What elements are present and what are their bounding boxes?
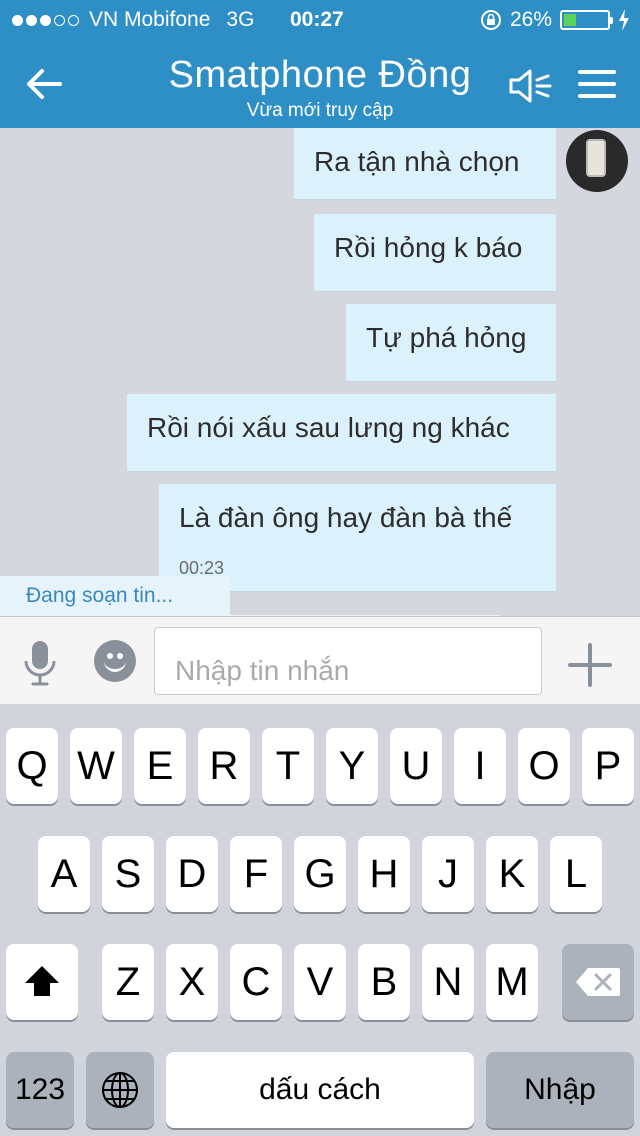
key-t[interactable]: T xyxy=(262,728,314,804)
message-bubble[interactable]: Rồi hỏng k báo xyxy=(314,214,556,292)
numbers-key[interactable]: 123 xyxy=(6,1052,74,1128)
key-d[interactable]: D xyxy=(166,836,218,912)
return-key[interactable]: Nhập xyxy=(486,1052,634,1128)
message-bubble[interactable]: Ra tận nhà chọn xyxy=(294,128,556,200)
key-e[interactable]: E xyxy=(134,728,186,804)
carrier-name: VN Mobifone xyxy=(89,8,211,31)
key-c[interactable]: C xyxy=(230,944,282,1020)
signal-strength-icon xyxy=(12,14,79,26)
charging-icon xyxy=(619,9,629,31)
key-m[interactable]: M xyxy=(486,944,538,1020)
key-g[interactable]: G xyxy=(294,836,346,912)
key-j[interactable]: J xyxy=(422,836,474,912)
network-type: 3G xyxy=(226,8,255,31)
message-bubble[interactable]: Rồi nói xấu sau lưng ng khác xyxy=(127,394,556,472)
message-text: Rồi nói xấu sau lưng ng khác xyxy=(147,412,510,443)
key-b[interactable]: B xyxy=(358,944,410,1020)
key-p[interactable]: P xyxy=(582,728,634,804)
key-f[interactable]: F xyxy=(230,836,282,912)
battery-percent: 26% xyxy=(509,8,552,31)
key-i[interactable]: I xyxy=(454,728,506,804)
message-bubble[interactable]: Tự phá hỏng xyxy=(346,304,556,382)
header: VN Mobifone 3G 00:27 26% Smatphone Đồng … xyxy=(0,0,640,128)
key-u[interactable]: U xyxy=(390,728,442,804)
plus-icon[interactable] xyxy=(568,643,612,687)
key-w[interactable]: W xyxy=(70,728,122,804)
battery-icon xyxy=(560,10,613,30)
backspace-key[interactable] xyxy=(562,944,634,1020)
nav-bar: Smatphone Đồng Vừa mới truy cập xyxy=(0,40,640,128)
typing-indicator: Đang soạn tin... xyxy=(0,576,230,616)
emoji-icon[interactable] xyxy=(94,640,136,682)
microphone-icon[interactable] xyxy=(22,639,58,687)
key-y[interactable]: Y xyxy=(326,728,378,804)
speaker-icon[interactable] xyxy=(508,66,554,106)
message-input[interactable] xyxy=(154,627,542,695)
shift-key[interactable] xyxy=(6,944,78,1020)
key-x[interactable]: X xyxy=(166,944,218,1020)
message-text: Tự phá hỏng xyxy=(366,322,527,353)
message-text: Rồi hỏng k báo xyxy=(334,232,523,263)
key-h[interactable]: H xyxy=(358,836,410,912)
message-list[interactable]: Ra tận nhà chọn Rồi hỏng k báo Tự phá hỏ… xyxy=(0,128,640,616)
key-z[interactable]: Z xyxy=(102,944,154,1020)
space-key[interactable]: dấu cách xyxy=(166,1052,474,1128)
key-n[interactable]: N xyxy=(422,944,474,1020)
globe-icon xyxy=(102,1072,138,1108)
keyboard: Q W E R T Y U I O P A S D F G H J K L Z … xyxy=(0,704,640,1136)
key-l[interactable]: L xyxy=(550,836,602,912)
avatar[interactable] xyxy=(566,130,628,192)
status-bar: VN Mobifone 3G 00:27 26% xyxy=(0,0,640,40)
message-text: Là đàn ông hay đàn bà thế xyxy=(179,502,513,533)
shift-icon xyxy=(25,966,59,996)
lock-rotation-icon xyxy=(480,10,501,30)
key-o[interactable]: O xyxy=(518,728,570,804)
key-k[interactable]: K xyxy=(486,836,538,912)
composer-bar xyxy=(0,616,640,704)
key-v[interactable]: V xyxy=(294,944,346,1020)
backspace-icon xyxy=(576,968,620,996)
globe-key[interactable] xyxy=(86,1052,154,1128)
status-time: 00:27 xyxy=(290,8,344,31)
key-q[interactable]: Q xyxy=(6,728,58,804)
message-text: Ra tận nhà chọn xyxy=(314,146,520,177)
key-a[interactable]: A xyxy=(38,836,90,912)
menu-icon[interactable] xyxy=(578,68,616,100)
key-r[interactable]: R xyxy=(198,728,250,804)
key-s[interactable]: S xyxy=(102,836,154,912)
